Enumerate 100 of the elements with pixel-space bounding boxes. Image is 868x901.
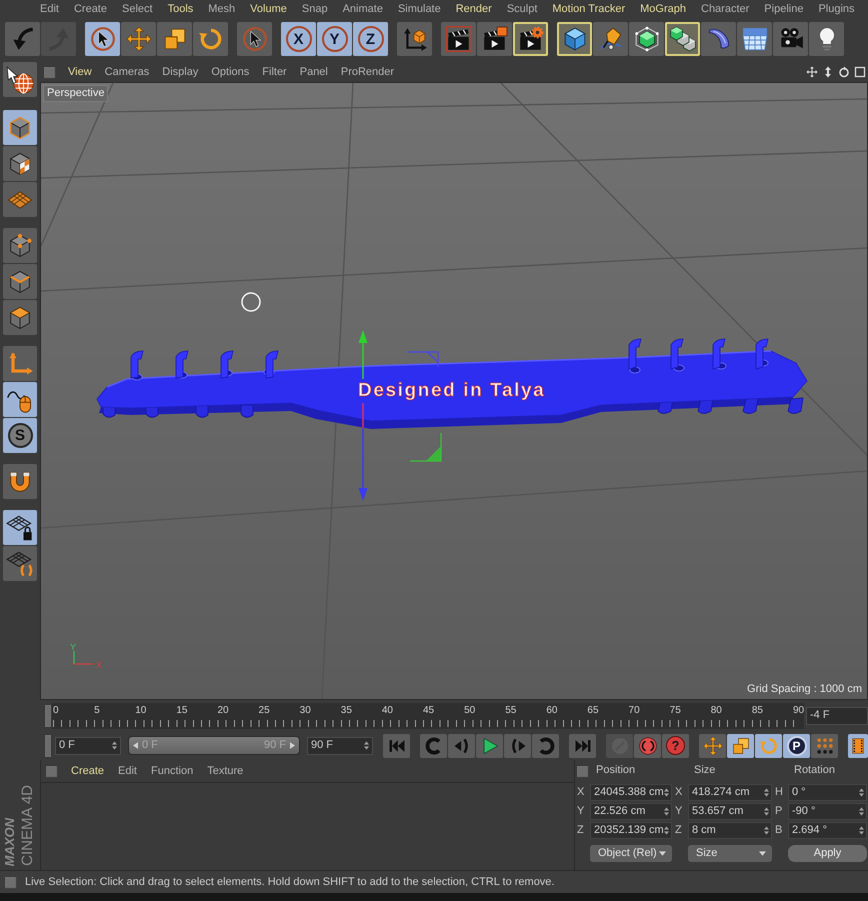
- menu-item[interactable]: Motion Tracker: [552, 2, 626, 16]
- rotation-field[interactable]: 2.694 °: [788, 822, 867, 839]
- rotation-field[interactable]: -90 °: [788, 802, 867, 820]
- timeline-ruler[interactable]: 0 5 10 15 20 25 30 35 40 45 50 55 60 65 70 75 80 85 90: [52, 702, 804, 728]
- grip-icon[interactable]: [5, 876, 16, 888]
- spinner-icon[interactable]: [859, 826, 864, 835]
- grip-icon[interactable]: [44, 66, 55, 78]
- points-mode-button[interactable]: [3, 228, 37, 263]
- menu-item[interactable]: Character: [701, 2, 750, 16]
- go-to-end-button[interactable]: [569, 734, 596, 758]
- menu-item[interactable]: Create: [74, 2, 107, 16]
- menu-item[interactable]: Panel: [300, 66, 328, 78]
- spinner-icon[interactable]: [764, 788, 769, 797]
- axis-mode-button[interactable]: [3, 346, 37, 381]
- light-button[interactable]: [809, 22, 844, 56]
- globe-tool-button[interactable]: [3, 62, 37, 97]
- subdivision-button[interactable]: [629, 22, 664, 56]
- size-field[interactable]: 53.657 cm: [688, 802, 772, 820]
- planar-workplane-button[interactable]: [3, 546, 37, 581]
- render-view-button[interactable]: [441, 22, 476, 56]
- axis-lock-button[interactable]: Z: [353, 22, 388, 56]
- texture-mode-button[interactable]: [3, 146, 37, 181]
- position-field[interactable]: 20352.139 cm: [590, 822, 672, 839]
- size-field[interactable]: 8 cm: [688, 822, 772, 839]
- pen-tool-button[interactable]: [593, 22, 628, 56]
- cube-object-button[interactable]: [557, 22, 592, 56]
- current-frame-field[interactable]: -4 F: [806, 706, 868, 724]
- camera-button[interactable]: [773, 22, 808, 56]
- y-axis-arrow[interactable]: [358, 330, 368, 379]
- menu-item[interactable]: Mesh: [208, 2, 236, 16]
- grip-icon[interactable]: [46, 766, 57, 776]
- timeline-view-button[interactable]: [848, 734, 868, 758]
- menu-item[interactable]: Function: [151, 764, 194, 778]
- edges-mode-button[interactable]: [3, 264, 37, 299]
- cloner-button[interactable]: [665, 22, 700, 56]
- menu-item[interactable]: Create: [71, 764, 104, 778]
- polygons-mode-button[interactable]: [3, 300, 37, 335]
- apply-button[interactable]: Apply: [788, 844, 867, 862]
- previous-frame-button[interactable]: [448, 734, 475, 758]
- menu-item[interactable]: Edit: [40, 2, 59, 16]
- right-arrow-icon[interactable]: [290, 742, 295, 749]
- spinner-icon[interactable]: [664, 788, 669, 797]
- recent-tool-button[interactable]: [237, 22, 272, 56]
- menu-item[interactable]: Render: [456, 2, 492, 16]
- menu-item[interactable]: Tools: [168, 2, 194, 16]
- spinner-icon[interactable]: [664, 826, 669, 835]
- go-to-start-button[interactable]: [383, 734, 410, 758]
- undo-button[interactable]: [5, 22, 40, 56]
- position-key-button[interactable]: [699, 734, 726, 758]
- spinner-icon[interactable]: [112, 741, 117, 750]
- tweak-mode-button[interactable]: [3, 382, 37, 417]
- autokey-button[interactable]: [634, 734, 661, 758]
- grip-icon[interactable]: [45, 704, 51, 726]
- menu-item[interactable]: Display: [162, 66, 198, 78]
- menu-item[interactable]: Cameras: [104, 66, 150, 78]
- move-tool-button[interactable]: [121, 22, 156, 56]
- menu-item[interactable]: Snap: [302, 2, 328, 16]
- play-button[interactable]: [476, 734, 503, 758]
- next-key-button[interactable]: [532, 734, 559, 758]
- move-view-icon[interactable]: [806, 66, 818, 78]
- mode-dropdown[interactable]: Object (Rel): [590, 844, 672, 862]
- point-level-button[interactable]: [811, 734, 838, 758]
- spinner-icon[interactable]: [859, 788, 864, 797]
- spinner-icon[interactable]: [764, 806, 769, 816]
- render-settings-button[interactable]: [513, 22, 548, 56]
- z-axis-arrow[interactable]: [358, 403, 368, 501]
- menu-item[interactable]: Volume: [250, 2, 287, 16]
- menu-item[interactable]: Animate: [342, 2, 383, 16]
- menu-item[interactable]: MoGraph: [640, 2, 686, 16]
- scale-key-button[interactable]: [727, 734, 754, 758]
- axis-lock-button[interactable]: Y: [317, 22, 352, 56]
- rotate-tool-button[interactable]: [193, 22, 228, 56]
- menu-item[interactable]: Options: [211, 66, 250, 78]
- rotate-view-icon[interactable]: [838, 66, 850, 78]
- menu-item[interactable]: Texture: [207, 764, 244, 778]
- position-field[interactable]: 24045.388 cm: [590, 784, 672, 801]
- rotation-field[interactable]: 0 °: [788, 784, 867, 801]
- size-field[interactable]: 418.274 cm: [688, 784, 772, 801]
- start-frame-field[interactable]: 0 F: [55, 736, 121, 754]
- menu-item[interactable]: Edit: [118, 764, 137, 778]
- deformer-button[interactable]: [701, 22, 736, 56]
- next-frame-button[interactable]: [504, 734, 531, 758]
- live-selection-button[interactable]: [85, 22, 120, 56]
- menu-item[interactable]: Pipeline: [764, 2, 804, 16]
- axis-lock-button[interactable]: X: [281, 22, 316, 56]
- keyframe-selection-button[interactable]: ?: [662, 734, 689, 758]
- viewport-canvas[interactable]: Perspective Designed in Talya Y X Grid Spacing : 1000 cm: [40, 82, 868, 700]
- workplane-mode-button[interactable]: [3, 182, 37, 217]
- left-arrow-icon[interactable]: [133, 742, 138, 749]
- menu-item[interactable]: Sculpt: [506, 2, 538, 16]
- grip-icon[interactable]: [45, 734, 51, 756]
- locked-workplane-button[interactable]: [3, 510, 37, 545]
- snap-button[interactable]: [3, 464, 37, 499]
- scale-tool-button[interactable]: [157, 22, 192, 56]
- menu-item[interactable]: ProRender: [340, 66, 394, 78]
- render-picture-button[interactable]: [477, 22, 512, 56]
- solo-button[interactable]: S: [3, 418, 37, 453]
- menu-item[interactable]: View: [68, 66, 92, 78]
- parameter-key-button[interactable]: P: [783, 734, 810, 758]
- spinner-icon[interactable]: [664, 806, 669, 816]
